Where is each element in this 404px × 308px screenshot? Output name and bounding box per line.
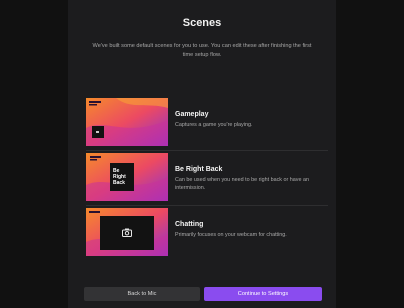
page-subtitle: We've built some default scenes for you … (92, 43, 312, 58)
scene-name: Gameplay (175, 111, 209, 118)
scene-description: Primarily focuses on your webcam for cha… (175, 232, 287, 238)
scene-item-chatting[interactable]: Chatting Primarily focuses on your webca… (86, 208, 328, 256)
page-title: Scenes (182, 17, 222, 29)
camera-icon (122, 228, 132, 237)
scene-name: Be Right Back (175, 166, 223, 173)
be-right-back-thumbnail: Be Right Back (86, 153, 168, 201)
divider (86, 205, 328, 206)
scene-name: Chatting (175, 221, 204, 228)
divider (86, 150, 328, 151)
be-right-back-label: Be Right Back (113, 168, 126, 186)
chatting-thumbnail (86, 208, 168, 256)
gameplay-layout-icon (86, 98, 168, 146)
continue-to-settings-button[interactable]: Continue to Settings (204, 287, 322, 301)
back-to-mic-button[interactable]: Back to Mic (84, 287, 200, 301)
scene-item-gameplay[interactable]: Gameplay Captures a game you're playing. (86, 98, 328, 146)
gameplay-thumbnail (86, 98, 168, 146)
scene-description: Can be used when you need to be right ba… (175, 177, 309, 191)
scene-item-be-right-back[interactable]: Be Right Back Be Right Back Can be used … (86, 153, 328, 201)
scene-description: Captures a game you're playing. (175, 122, 253, 128)
